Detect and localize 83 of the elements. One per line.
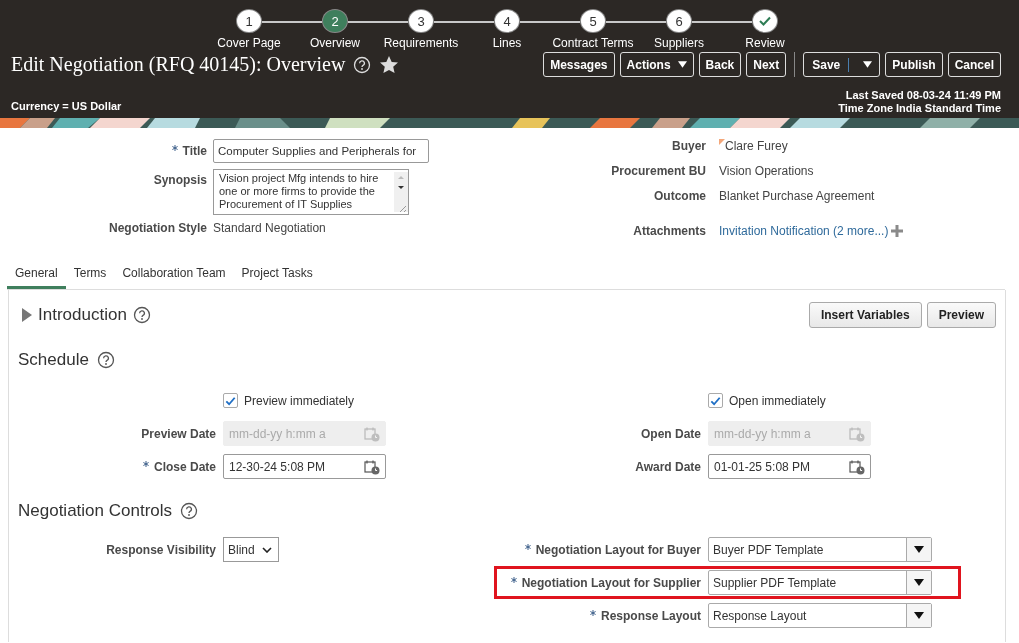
field-label: Procurement BU [611,164,706,178]
date-field[interactable]: 01-01-25 5:08 PM [708,454,871,479]
menu-button[interactable]: Actions [619,52,694,77]
field-label: Negotiation Layout for Supplier [521,575,701,590]
corner-flag-icon [719,139,725,145]
caret-down-icon [914,612,924,619]
help-icon[interactable] [132,306,151,324]
dropdown-field[interactable]: Buyer PDF Template [708,537,932,562]
field-label: Buyer [672,139,706,153]
field-label: Response Layout [600,608,701,623]
buyer-name: Clare Furey [725,139,788,153]
header-button[interactable]: Cancel [947,52,1001,77]
step-label[interactable]: Review [745,36,785,50]
step-label[interactable]: Requirements [383,36,459,50]
calendar-icon[interactable] [364,458,380,475]
header-button[interactable]: Next [746,52,787,77]
date-field[interactable]: 12-30-24 5:08 PM [223,454,386,479]
field-value: Blanket Purchase Agreement [719,189,876,203]
expand-triangle-icon[interactable] [22,307,32,323]
checkbox[interactable] [708,393,723,408]
header-button[interactable]: Back [698,52,742,77]
step-label[interactable]: Lines [492,36,522,50]
caret-down-icon [914,579,924,586]
field-label: Attachments [633,224,706,238]
step-circle[interactable] [753,10,777,32]
step-number[interactable]: 5 [581,10,605,32]
field-label: Synopsis [153,173,207,187]
caret-down-icon [914,546,924,553]
tab[interactable]: Project Tasks [233,260,321,289]
currency-text: Currency = US Dollar [11,100,122,112]
step-label[interactable]: Contract Terms [552,36,634,50]
field-label: Award Date [635,459,701,474]
scrollbar-drawing [394,172,408,212]
caret-down-icon [863,61,873,68]
help-icon[interactable] [96,351,115,369]
field-label: Response Visibility [106,542,216,557]
toolbar-button[interactable]: Preview [926,302,996,328]
checkbox-label[interactable]: Open immediately [729,393,826,408]
header-button[interactable]: Messages [543,52,615,77]
add-icon[interactable] [891,225,904,237]
help-icon[interactable] [180,502,199,520]
synopsis-field[interactable]: Vision project Mfg intends to hire one or more firms to provide the Procurement of IT Supplies [213,169,409,215]
section-heading: Introduction [38,305,127,325]
star-icon[interactable] [379,54,400,75]
last-saved-text: Last Saved 08-03-24 11:49 PM [845,89,1001,102]
tab[interactable]: Terms [65,260,115,289]
step-label[interactable]: Cover Page [217,36,281,50]
dropdown-field[interactable]: Response Layout [708,603,932,628]
dropdown-field[interactable]: Blind [223,537,279,562]
attachment-link[interactable]: Invitation Notification (2 more...) [719,224,889,238]
step-label[interactable]: Suppliers [654,36,704,50]
field-label: Preview Date [141,426,216,441]
field-label: Negotiation Layout for Buyer [535,542,701,557]
step-number[interactable]: 4 [495,10,519,32]
dropdown-field[interactable]: Supplier PDF Template [708,570,932,595]
header-button[interactable]: Publish [885,52,943,77]
time-zone-text: Time Zone India Standard Time [838,102,1001,115]
section-heading: Schedule [18,350,89,370]
check-icon [759,16,771,26]
page-title: Edit Negotiation (RFQ 40145): Overview [11,53,346,76]
checkbox[interactable] [223,393,238,408]
step-number[interactable]: 6 [667,10,691,32]
field-value: Standard Negotiation [213,221,327,235]
field-value: Vision Operations [719,164,815,178]
toolbar-button[interactable]: Insert Variables [808,302,922,328]
field-label: Close Date [153,459,216,474]
section-heading: Negotiation Controls [18,501,173,521]
step-number[interactable]: 2 [323,10,347,32]
field-label: Open Date [641,426,701,441]
step-label[interactable]: Overview [310,36,360,50]
caret-down-icon [677,61,687,68]
chevron-down-icon [262,546,272,553]
tab[interactable]: General [7,260,66,289]
checkbox-label[interactable]: Preview immediately [244,393,355,408]
tab[interactable]: Collaboration Team [114,260,234,289]
field-label: Outcome [654,189,706,203]
calendar-icon[interactable] [849,458,865,475]
field-label: Negotiation Style [109,221,207,235]
step-number[interactable]: 1 [237,10,261,32]
title-field[interactable]: Computer Supplies and Peripherals for [213,139,429,163]
field-label: Title [182,144,207,158]
save-split-button[interactable]: Save [803,52,881,77]
step-number[interactable]: 3 [409,10,433,32]
